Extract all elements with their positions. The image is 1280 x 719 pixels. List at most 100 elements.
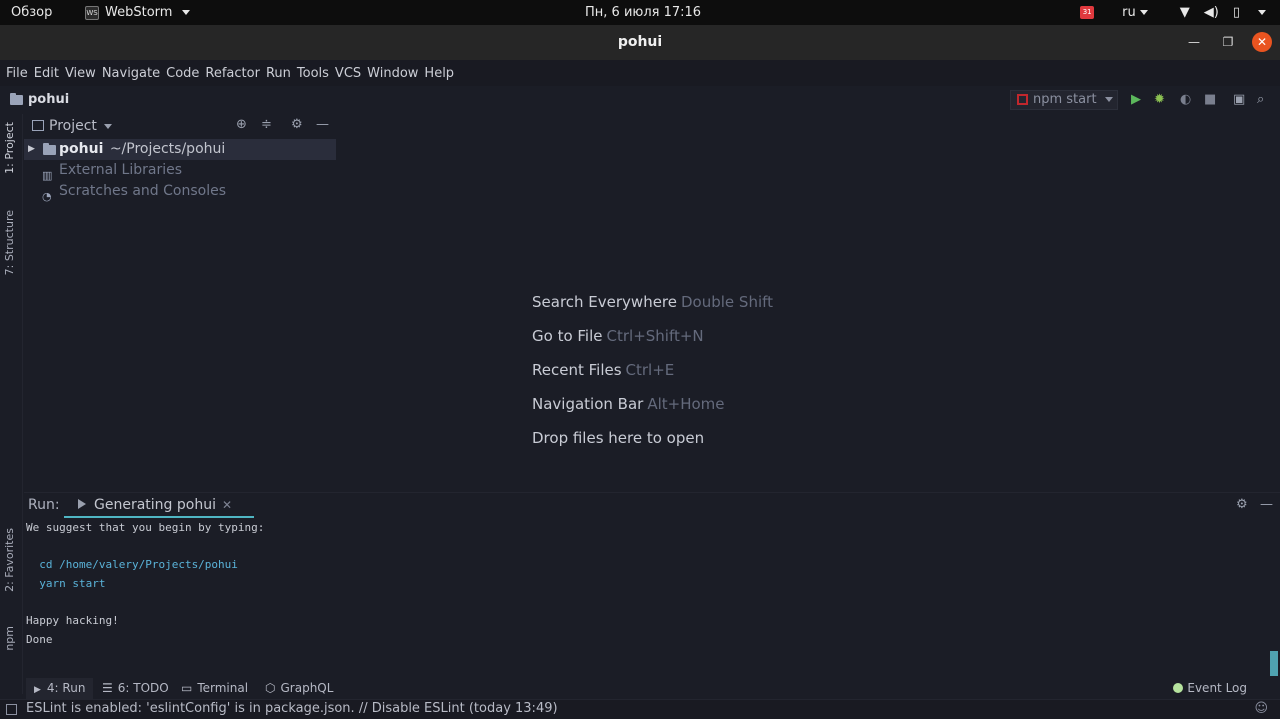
project-panel-header: Project ⊕ ≑ ⚙ — [24,114,336,138]
webstorm-icon: WS [85,5,99,20]
gear-icon[interactable]: ⚙ [1236,497,1248,512]
console-output[interactable]: We suggest that you begin by typing: cd … [26,519,264,650]
menu-vcs[interactable]: VCS [335,66,361,81]
menu-refactor[interactable]: Refactor [205,66,260,81]
app-menu[interactable]: WS WebStorm [85,0,191,25]
console-line: cd /home/valery/Projects/pohui [26,558,238,572]
event-log-label: Event Log [1187,681,1247,695]
chevron-down-icon [103,123,112,129]
console-scrollbar[interactable] [1270,651,1278,676]
maximize-button[interactable]: ❐ [1218,32,1238,52]
tab-project[interactable]: 1: Project [3,122,16,174]
debug-icon[interactable]: ✹ [1154,92,1165,107]
console-line: Happy hacking! [26,614,119,628]
hint-drop-files: Drop files here to open [532,427,773,461]
tree-item-path: ~/Projects/pohui [109,141,226,157]
volume-icon[interactable]: ◀) [1204,0,1219,25]
tooltab-label: 6: TODO [117,681,169,695]
console-line: yarn start [26,577,106,591]
activities-button[interactable]: Обзор [11,0,52,25]
menu-tools[interactable]: Tools [297,66,329,81]
tab-structure[interactable]: 7: Structure [3,210,16,275]
hide-icon[interactable]: — [316,117,329,132]
tooltab-label: Terminal [197,681,249,695]
hint-go-to-file: Go to File Ctrl+Shift+N [532,325,773,359]
stop-icon[interactable]: ■ [1204,92,1216,107]
menu-file[interactable]: File [6,66,28,81]
breadcrumb[interactable]: pohui [10,92,69,107]
run-configuration-select[interactable]: npm start [1010,90,1118,110]
calendar-icon[interactable]: 31 [1080,6,1095,19]
menu-edit[interactable]: Edit [34,66,59,81]
run-icon [78,499,86,509]
project-structure-icon[interactable]: ▣ [1233,92,1245,107]
inspector-icon[interactable]: ☺ [1254,701,1268,716]
tooltab-todo[interactable]: ☰ 6: TODO [94,678,177,699]
tooltab-terminal[interactable]: ▭ Terminal [173,678,256,699]
window-title: pohui [617,34,663,50]
graphql-icon: ⬡ [265,681,276,695]
hint-shortcut: Ctrl+E [625,361,675,379]
editor-empty-hints: Search Everywhere Double Shift Go to File… [532,291,773,461]
run-icon[interactable]: ▶ [1131,92,1141,107]
search-icon[interactable]: ⌕ [1257,92,1264,107]
menu-view[interactable]: View [65,66,96,81]
wifi-icon[interactable]: ▼ [1180,0,1190,25]
run-window-label: Run: [28,497,60,513]
npm-icon [1017,94,1028,105]
project-tree: ▶ pohui ~/Projects/pohui ▥ External Libr… [24,139,336,203]
event-log-button[interactable]: Event Log [1173,678,1247,699]
project-view-selector[interactable]: Project [49,118,112,134]
menu-run[interactable]: Run [266,66,291,81]
hint-label: Drop files here to open [532,429,705,447]
menu-code[interactable]: Code [166,66,199,81]
list-icon: ☰ [102,681,113,695]
tab-npm[interactable]: npm [3,626,16,651]
window-title-bar: pohui — ❐ ✕ [0,25,1280,60]
app-menu-label: WebStorm [105,5,173,20]
battery-icon[interactable]: ▯ [1233,0,1240,25]
tab-favorites[interactable]: 2: Favorites [3,528,16,592]
run-tab-label: Generating pohui [94,497,216,513]
chevron-down-icon [182,10,191,15]
locate-icon[interactable]: ⊕ [236,117,247,132]
folder-icon [43,143,56,155]
tree-item-scratches[interactable]: ◔ Scratches and Consoles [24,181,336,203]
system-menu-icon[interactable] [1258,10,1266,15]
hint-search-everywhere: Search Everywhere Double Shift [532,291,773,325]
close-button[interactable]: ✕ [1252,32,1272,52]
chevron-down-icon [1104,97,1113,102]
menu-navigate[interactable]: Navigate [102,66,160,81]
hint-shortcut: Ctrl+Shift+N [606,327,704,345]
coverage-icon[interactable]: ◐ [1180,92,1191,107]
expand-arrow-icon[interactable]: ▶ [28,139,35,160]
language-switcher[interactable]: ru [1122,0,1148,25]
clock[interactable]: Пн, 6 июля 17:16 [585,0,701,25]
menu-window[interactable]: Window [367,66,418,81]
tool-windows-icon[interactable] [6,704,17,715]
tree-item-label: External Libraries [59,162,182,178]
tree-item-label: Scratches and Consoles [59,183,226,199]
status-message[interactable]: ESLint is enabled: 'eslintConfig' is in … [26,701,558,716]
project-view-icon [32,120,44,131]
scratches-icon: ◔ [42,190,52,203]
bottom-tool-tabs: ▶ 4: Run ☰ 6: TODO ▭ Terminal ⬡ GraphQL Even… [24,678,1280,699]
close-icon[interactable]: ✕ [222,498,232,512]
menu-bar: File Edit View Navigate Code Refactor Ru… [0,60,1280,86]
hide-icon[interactable]: — [1260,497,1273,512]
tree-item-external-libraries[interactable]: ▥ External Libraries [24,160,336,182]
run-tab-generating[interactable]: Generating pohui ✕ [64,493,254,518]
tooltab-label: GraphQL [280,681,334,695]
tree-item-project-root[interactable]: ▶ pohui ~/Projects/pohui [24,139,336,160]
tooltab-run[interactable]: ▶ 4: Run [26,678,94,699]
folder-icon [10,92,23,105]
minimize-button[interactable]: — [1184,32,1204,52]
menu-help[interactable]: Help [424,66,454,81]
console-line: Done [26,633,53,647]
tooltab-graphql[interactable]: ⬡ GraphQL [257,678,341,699]
gear-icon[interactable]: ⚙ [291,117,303,132]
collapse-all-icon[interactable]: ≑ [261,117,272,132]
hint-navigation-bar: Navigation Bar Alt+Home [532,393,773,427]
system-tray: 31 ru ▼ ◀) ▯ [1080,0,1266,25]
